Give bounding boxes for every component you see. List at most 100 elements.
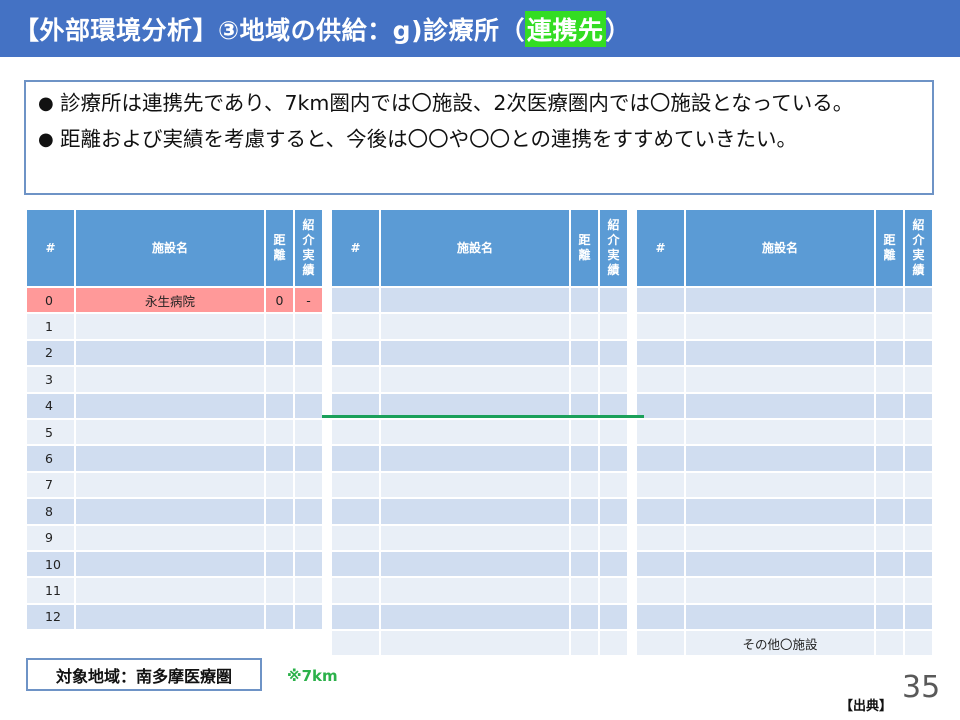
cell-facility-name [686,525,874,550]
summary-bullet: ● 診療所は連携先であり、7km圏内では〇施設、2次医療圏内では〇施設となってい… [38,90,924,117]
table-row [637,393,932,418]
header-distance: 距離 [571,210,598,286]
cell-referral [905,525,932,550]
cell-distance [571,288,598,313]
table-row [637,604,932,630]
cell-facility-name [76,419,264,445]
cell-distance [876,288,903,313]
cell-distance [266,340,293,366]
cell-distance [266,551,293,577]
cell-distance [876,314,903,339]
cell-distance [876,525,903,550]
title-highlight: 連携先 [525,10,606,47]
summary-bullet: ● 距離および実績を考慮すると、今後は〇〇や〇〇との連携をすすめていきたい。 [38,126,924,153]
table-row [332,472,627,498]
cell-num [332,419,379,445]
facility-table-2: # 施設名 距離 紹介実績 [330,208,629,657]
cell-referral [905,631,932,656]
cell-facility-name [686,551,874,577]
table-row: 9 [27,525,322,550]
table-row [332,631,627,656]
table-row [637,499,932,524]
table-header-row: # 施設名 距離 紹介実績 [332,210,627,286]
cell-facility-name [76,604,264,630]
table-row [332,525,627,550]
cell-distance [571,604,598,630]
cell-referral: - [295,288,322,313]
cell-referral [600,419,627,445]
distance-note: ※7km [287,667,338,685]
cell-facility-name: その他〇施設 [686,631,874,656]
cell-num [332,631,379,656]
cell-referral [600,499,627,524]
table-row [332,340,627,366]
cell-distance [571,525,598,550]
cell-distance [876,419,903,445]
header-referral: 紹介実績 [905,210,932,286]
cell-num [637,472,684,498]
cell-num: 8 [27,499,74,524]
table-row [637,367,932,392]
cell-distance [571,446,598,471]
cell-referral [905,340,932,366]
cell-referral [600,288,627,313]
cell-facility-name [686,393,874,418]
cell-num [637,631,684,656]
summary-text: 距離および実績を考慮すると、今後は〇〇や〇〇との連携をすすめていきたい。 [60,127,797,151]
cell-distance [266,314,293,339]
cell-num [332,472,379,498]
facility-table-3: # 施設名 距離 紹介実績 その他〇施設 [635,208,934,657]
table-row: 10 [27,551,322,577]
cell-num [332,288,379,313]
cell-referral [600,340,627,366]
cell-referral [295,314,322,339]
cell-distance [266,472,293,498]
cell-facility-name [381,367,569,392]
table-row: その他〇施設 [637,631,932,656]
target-region-box: 対象地域：南多摩医療圏 [26,658,262,691]
cell-num: 3 [27,367,74,392]
cell-distance [876,472,903,498]
cell-num [332,604,379,630]
cell-facility-name [381,419,569,445]
table-row: 5 [27,419,322,445]
cell-distance [571,367,598,392]
cell-referral [295,472,322,498]
cell-facility-name [381,499,569,524]
table-row [637,525,932,550]
cell-facility-name [686,446,874,471]
cell-num [637,340,684,366]
cell-num [332,314,379,339]
bullet-dot-icon: ● [38,129,54,150]
cell-num [332,446,379,471]
cell-num: 0 [27,288,74,313]
facility-table-1: # 施設名 距離 紹介実績 0 永生病院 0-1 2 3 4 5 6 7 8 9 10 11 12 [25,208,324,631]
cell-num: 4 [27,393,74,418]
header-distance: 距離 [266,210,293,286]
cell-num [332,578,379,603]
cell-referral [905,604,932,630]
header-referral: 紹介実績 [295,210,322,286]
divider-line [322,415,644,418]
cell-distance [266,367,293,392]
cell-num [637,314,684,339]
cell-referral [295,551,322,577]
table-row: 4 [27,393,322,418]
cell-distance [266,578,293,603]
cell-distance [876,446,903,471]
cell-facility-name [686,367,874,392]
cell-num: 2 [27,340,74,366]
table-row: 6 [27,446,322,471]
cell-referral [600,367,627,392]
slide-title: 【外部環境分析】③地域の供給：g)診療所（ 連携先） [0,0,960,57]
cell-facility-name [381,446,569,471]
cell-num [637,393,684,418]
cell-num [637,604,684,630]
cell-referral [905,499,932,524]
cell-distance [571,314,598,339]
header-distance: 距離 [876,210,903,286]
cell-distance [266,393,293,418]
cell-facility-name [76,393,264,418]
cell-referral [905,446,932,471]
page-number: 35 [902,670,941,705]
